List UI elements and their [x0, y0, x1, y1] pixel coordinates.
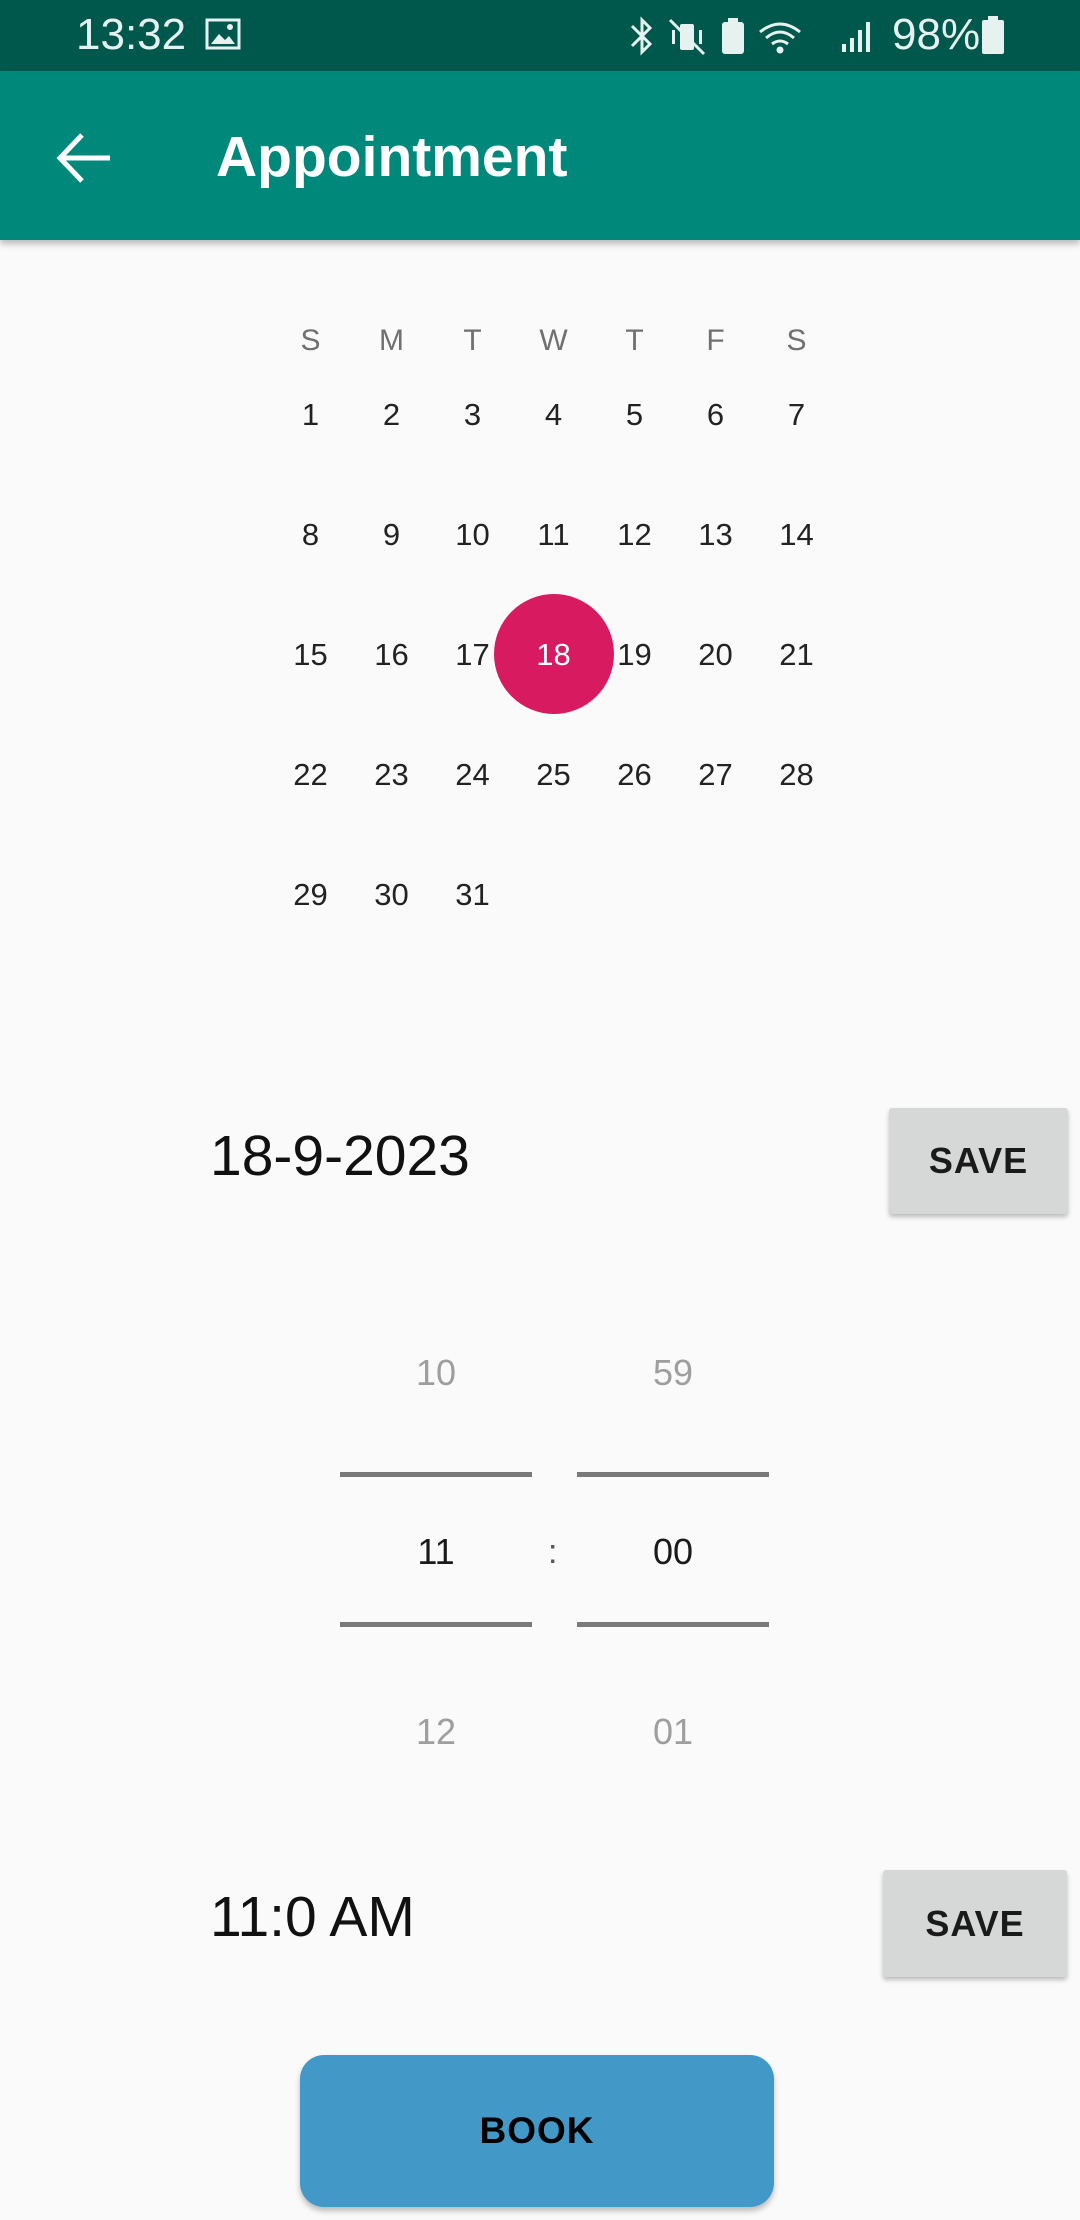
- minute-divider-bottom: [577, 1622, 769, 1627]
- bluetooth-icon: [630, 16, 653, 56]
- calendar-day[interactable]: 9: [351, 494, 432, 575]
- calendar-day[interactable]: 4: [513, 374, 594, 455]
- minute-divider-top: [577, 1472, 769, 1477]
- status-bar: 13:32 98%: [0, 0, 1080, 71]
- hour-divider-bottom: [340, 1622, 532, 1627]
- calendar-day[interactable]: 29: [270, 854, 351, 935]
- calendar-day[interactable]: 8: [270, 494, 351, 575]
- weekday-header: M: [379, 323, 404, 357]
- calendar-day[interactable]: 27: [675, 734, 756, 815]
- calendar-day[interactable]: 15: [270, 614, 351, 695]
- calendar-day-selected[interactable]: 18: [513, 614, 594, 695]
- status-icons: [630, 16, 870, 56]
- image-icon: [205, 18, 241, 50]
- calendar-day[interactable]: 31: [432, 854, 513, 935]
- weekday-header: F: [706, 323, 725, 357]
- status-time: 13:32: [76, 10, 187, 59]
- calendar-day[interactable]: 26: [594, 734, 675, 815]
- app-bar: Appointment: [0, 71, 1080, 240]
- arrow-back-icon[interactable]: [50, 123, 120, 193]
- hour-next[interactable]: 12: [340, 1711, 532, 1753]
- calendar-day[interactable]: 3: [432, 374, 513, 455]
- page-title: Appointment: [216, 125, 568, 189]
- calendar-day[interactable]: 2: [351, 374, 432, 455]
- calendar-day[interactable]: 20: [675, 614, 756, 695]
- minute-current[interactable]: 00: [577, 1531, 769, 1573]
- weekday-header: S: [786, 323, 807, 357]
- calendar-day[interactable]: 14: [756, 494, 837, 575]
- weekday-header: T: [625, 323, 644, 357]
- calendar-day[interactable]: 16: [351, 614, 432, 695]
- calendar-day[interactable]: 25: [513, 734, 594, 815]
- vibrate-icon: [668, 18, 706, 56]
- wifi-icon: [759, 22, 801, 54]
- hour-divider-top: [340, 1472, 532, 1477]
- battery-icon: [982, 16, 1004, 54]
- calendar-day[interactable]: 12: [594, 494, 675, 575]
- calendar-day[interactable]: 23: [351, 734, 432, 815]
- calendar-day[interactable]: 10: [432, 494, 513, 575]
- calendar-day[interactable]: 13: [675, 494, 756, 575]
- calendar-day[interactable]: 19: [594, 614, 675, 695]
- calendar-day[interactable]: 30: [351, 854, 432, 935]
- calendar-day[interactable]: 5: [594, 374, 675, 455]
- minute-prev[interactable]: 59: [577, 1352, 769, 1394]
- selected-date: 18-9-2023: [210, 1124, 470, 1188]
- selected-time: 11:0 AM: [210, 1885, 415, 1949]
- save-date-button[interactable]: SAVE: [889, 1108, 1068, 1214]
- hour-prev[interactable]: 10: [340, 1352, 532, 1394]
- calendar-day[interactable]: 11: [513, 494, 594, 575]
- battery-saver-icon: [722, 18, 744, 54]
- calendar-day[interactable]: 22: [270, 734, 351, 815]
- book-button[interactable]: BOOK: [300, 2055, 774, 2207]
- minute-next[interactable]: 01: [577, 1711, 769, 1753]
- calendar-day[interactable]: 1: [270, 374, 351, 455]
- save-time-button[interactable]: SAVE: [883, 1870, 1067, 1977]
- calendar-day[interactable]: 21: [756, 614, 837, 695]
- calendar-day[interactable]: 6: [675, 374, 756, 455]
- time-separator: :: [548, 1533, 558, 1571]
- calendar-day[interactable]: 7: [756, 374, 837, 455]
- calendar-day[interactable]: 28: [756, 734, 837, 815]
- weekday-header: S: [300, 323, 321, 357]
- weekday-header: W: [539, 323, 568, 357]
- weekday-header: T: [463, 323, 482, 357]
- hour-current[interactable]: 11: [340, 1531, 532, 1573]
- battery-percent: 98%: [892, 10, 981, 59]
- calendar-day[interactable]: 24: [432, 734, 513, 815]
- signal-icon: [842, 22, 870, 52]
